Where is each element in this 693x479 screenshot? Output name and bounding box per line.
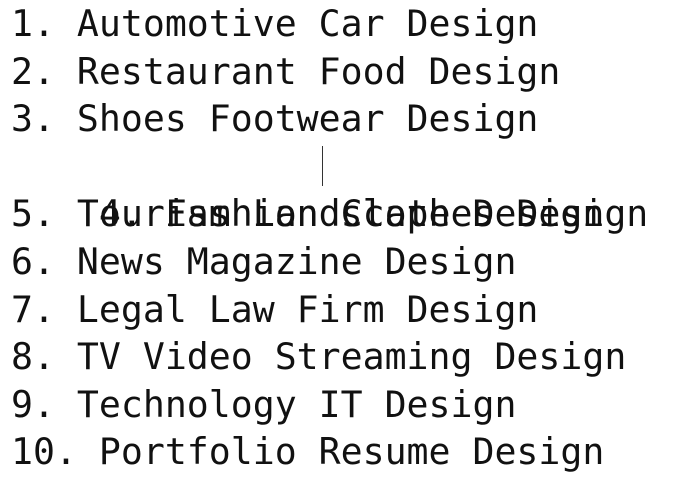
- list-item[interactable]: 3. Shoes Footwear Design: [11, 95, 691, 143]
- text-caret: [322, 145, 323, 186]
- list-item-text: 9. Technology IT Design: [11, 382, 517, 426]
- list-item[interactable]: 6. News Magazine Design: [11, 238, 691, 286]
- list-item[interactable]: 7. Legal Law Firm Design: [11, 286, 691, 334]
- list-item-text: 2. Restaurant Food Design: [11, 49, 561, 93]
- list-item[interactable]: 2. Restaurant Food Design: [11, 48, 691, 96]
- list-item-text: 10. Portfolio Resume Design: [11, 430, 605, 474]
- list-item[interactable]: 4. Fashion Clothes Design: [11, 143, 691, 235]
- list-item[interactable]: 1. Automotive Car Design: [11, 0, 691, 48]
- list-item-text: 5. Tourism Landscape Design: [11, 192, 605, 236]
- list-item-text: 3. Shoes Footwear Design: [11, 97, 539, 141]
- list-item-text: 6. News Magazine Design: [11, 239, 517, 283]
- list-item[interactable]: 8. TV Video Streaming Design: [11, 333, 691, 381]
- list-item-text: 7. Legal Law Firm Design: [11, 287, 539, 331]
- text-document[interactable]: 1. Automotive Car Design 2. Restaurant F…: [11, 0, 691, 476]
- list-item[interactable]: 10. Portfolio Resume Design: [11, 428, 691, 476]
- list-item[interactable]: 9. Technology IT Design: [11, 381, 691, 429]
- list-item-text: 1. Automotive Car Design: [11, 2, 539, 45]
- list-item-text: 8. TV Video Streaming Design: [11, 335, 627, 379]
- list-item[interactable]: 5. Tourism Landscape Design: [11, 190, 691, 238]
